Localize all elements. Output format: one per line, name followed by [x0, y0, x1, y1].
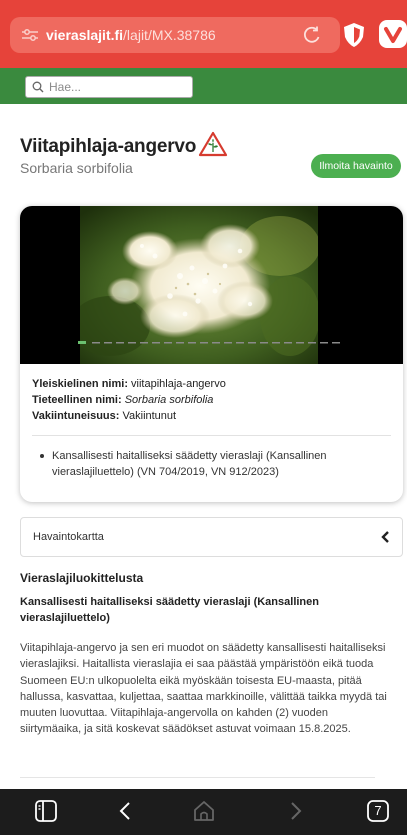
image-slider-indicator[interactable]: [78, 341, 348, 345]
search-box[interactable]: [25, 76, 193, 98]
content-divider: [20, 777, 375, 778]
establishment-row: Vakiintuneisuus: Vakiintunut: [32, 408, 226, 424]
species-info: Yleiskielinen nimi: viitapihlaja-angervo…: [32, 376, 226, 424]
tab-count: 7: [374, 803, 382, 818]
warning-plant-icon: [199, 131, 228, 157]
classification-heading: Vieraslajiluokittelusta: [20, 571, 144, 585]
scientific-name: Sorbaria sorbifolia: [20, 160, 133, 176]
url-domain: vieraslajit.fi: [46, 27, 124, 43]
browser-bottom-nav: 7: [0, 789, 407, 835]
classification-subheading: Kansallisesti haitalliseksi säädetty vie…: [20, 596, 319, 624]
observation-map-accordion[interactable]: Havaintokartta: [20, 517, 403, 557]
common-name-value: viitapihlaja-angervo: [131, 378, 226, 390]
legal-status-item: Kansallisesti haitalliseksi säädetty vie…: [40, 448, 382, 480]
forward-icon[interactable]: [282, 798, 308, 824]
reload-icon[interactable]: [302, 25, 322, 45]
home-icon[interactable]: [191, 798, 217, 824]
establishment-label: Vakiintuneisuus:: [32, 410, 120, 422]
search-icon: [32, 81, 44, 93]
species-photo[interactable]: [20, 206, 403, 364]
search-input[interactable]: [49, 80, 179, 94]
classification-body: Viitapihlaja-angervo ja sen eri muodot o…: [20, 642, 387, 736]
shield-icon[interactable]: [343, 22, 365, 48]
accordion-label: Havaintokartta: [33, 531, 104, 543]
establishment-value: Vakiintunut: [122, 410, 177, 422]
report-observation-button[interactable]: Ilmoita havainto: [311, 154, 401, 178]
url-path: /lajit/MX.38786: [123, 27, 216, 43]
card-divider: [32, 435, 391, 436]
title-row: Viitapihlaja-angervo: [20, 131, 228, 158]
back-icon[interactable]: [113, 798, 139, 824]
species-card: Yleiskielinen nimi: viitapihlaja-angervo…: [20, 206, 403, 502]
panel-icon[interactable]: [33, 798, 59, 824]
chevron-left-icon[interactable]: [380, 530, 390, 544]
tune-icon[interactable]: [22, 28, 38, 42]
tabs-button[interactable]: 7: [365, 798, 391, 824]
common-name-label: Yleiskielinen nimi:: [32, 378, 128, 390]
page-title: Viitapihlaja-angervo: [20, 136, 197, 157]
scientific-name-row: Tieteellinen nimi: Sorbaria sorbifolia: [32, 392, 226, 408]
common-name-row: Yleiskielinen nimi: viitapihlaja-angervo: [32, 376, 226, 392]
scientific-name-label: Tieteellinen nimi:: [32, 394, 122, 406]
vivaldi-icon[interactable]: [378, 19, 407, 49]
address-bar[interactable]: vieraslajit.fi/lajit/MX.38786: [10, 17, 340, 53]
scientific-name-value: Sorbaria sorbifolia: [124, 394, 214, 406]
